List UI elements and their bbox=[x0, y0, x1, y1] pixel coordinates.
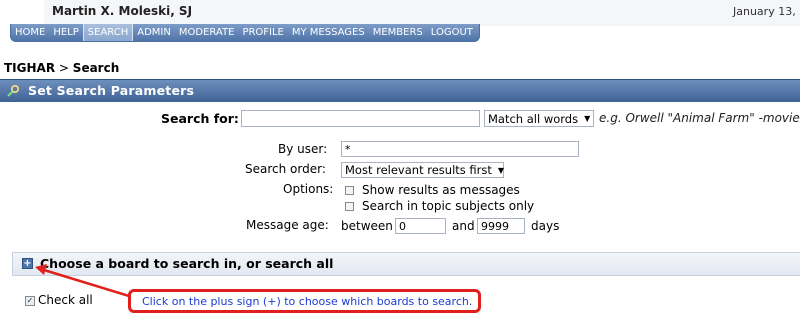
message-age-label: Message age: bbox=[246, 218, 329, 232]
search-params-icon bbox=[7, 84, 20, 97]
breadcrumb-current: Search bbox=[72, 61, 120, 75]
age-to-input[interactable]: 9999 bbox=[477, 218, 525, 234]
tab-admin[interactable]: ADMIN bbox=[133, 24, 175, 41]
breadcrumb-separator: > bbox=[58, 61, 69, 75]
tab-logout[interactable]: LOGOUT bbox=[427, 24, 477, 41]
chevron-down-icon: ▼ bbox=[497, 165, 505, 175]
check-all-label: Check all bbox=[38, 293, 93, 307]
subjects-only-label: Search in topic subjects only bbox=[362, 199, 535, 213]
tab-profile[interactable]: PROFILE bbox=[238, 24, 287, 41]
section-header: Set Search Parameters bbox=[0, 79, 800, 103]
breadcrumb: TIGHAR > Search bbox=[4, 61, 119, 75]
tab-help[interactable]: HELP bbox=[49, 24, 82, 41]
tab-my-messages[interactable]: MY MESSAGES bbox=[288, 24, 369, 41]
subjects-only-checkbox[interactable] bbox=[345, 202, 354, 211]
search-order-label: Search order: bbox=[245, 162, 326, 176]
plus-icon[interactable]: + bbox=[22, 258, 33, 269]
match-mode-value: Match all words bbox=[488, 111, 579, 126]
chevron-down-icon: ▼ bbox=[584, 114, 591, 123]
search-input[interactable] bbox=[241, 110, 480, 127]
search-order-select[interactable]: Most relevant results first ▼ bbox=[341, 162, 504, 178]
days-label: days bbox=[531, 219, 560, 233]
section-title: Set Search Parameters bbox=[28, 83, 195, 98]
search-order-value: Most relevant results first bbox=[345, 163, 492, 177]
match-mode-select[interactable]: Match all words ▼ bbox=[484, 110, 594, 127]
tab-members[interactable]: MEMBERS bbox=[369, 24, 427, 41]
callout-box: Click on the plus sign (+) to choose whi… bbox=[128, 289, 481, 313]
by-user-input[interactable]: * bbox=[341, 141, 579, 157]
show-as-messages-checkbox[interactable] bbox=[345, 186, 354, 195]
board-chooser-header[interactable]: + Choose a board to search in, or search… bbox=[12, 252, 800, 276]
search-for-label: Search for: bbox=[161, 111, 239, 126]
current-date: January 13, 2012 bbox=[733, 5, 800, 18]
tab-search[interactable]: SEARCH bbox=[82, 24, 134, 41]
search-hint: e.g. Orwell "Animal Farm" -movie bbox=[599, 111, 800, 125]
tab-home[interactable]: HOME bbox=[11, 24, 49, 41]
between-label: between bbox=[341, 219, 393, 233]
main-nav: HOME HELP SEARCH ADMIN MODERATE PROFILE … bbox=[10, 24, 480, 42]
breadcrumb-root[interactable]: TIGHAR bbox=[4, 61, 55, 75]
age-from-input[interactable]: 0 bbox=[395, 218, 446, 234]
board-chooser-title: Choose a board to search in, or search a… bbox=[40, 256, 334, 271]
check-all-checkbox[interactable]: ✓ bbox=[25, 296, 35, 306]
options-label: Options: bbox=[283, 182, 334, 196]
user-bar-spacer bbox=[0, 0, 44, 26]
by-user-label: By user: bbox=[278, 142, 328, 156]
tab-moderate[interactable]: MODERATE bbox=[175, 24, 239, 41]
show-as-messages-label: Show results as messages bbox=[362, 183, 520, 197]
callout-text: Click on the plus sign (+) to choose whi… bbox=[142, 295, 473, 308]
and-label: and bbox=[452, 219, 475, 233]
user-name: Martin X. Moleski, SJ bbox=[52, 4, 193, 18]
